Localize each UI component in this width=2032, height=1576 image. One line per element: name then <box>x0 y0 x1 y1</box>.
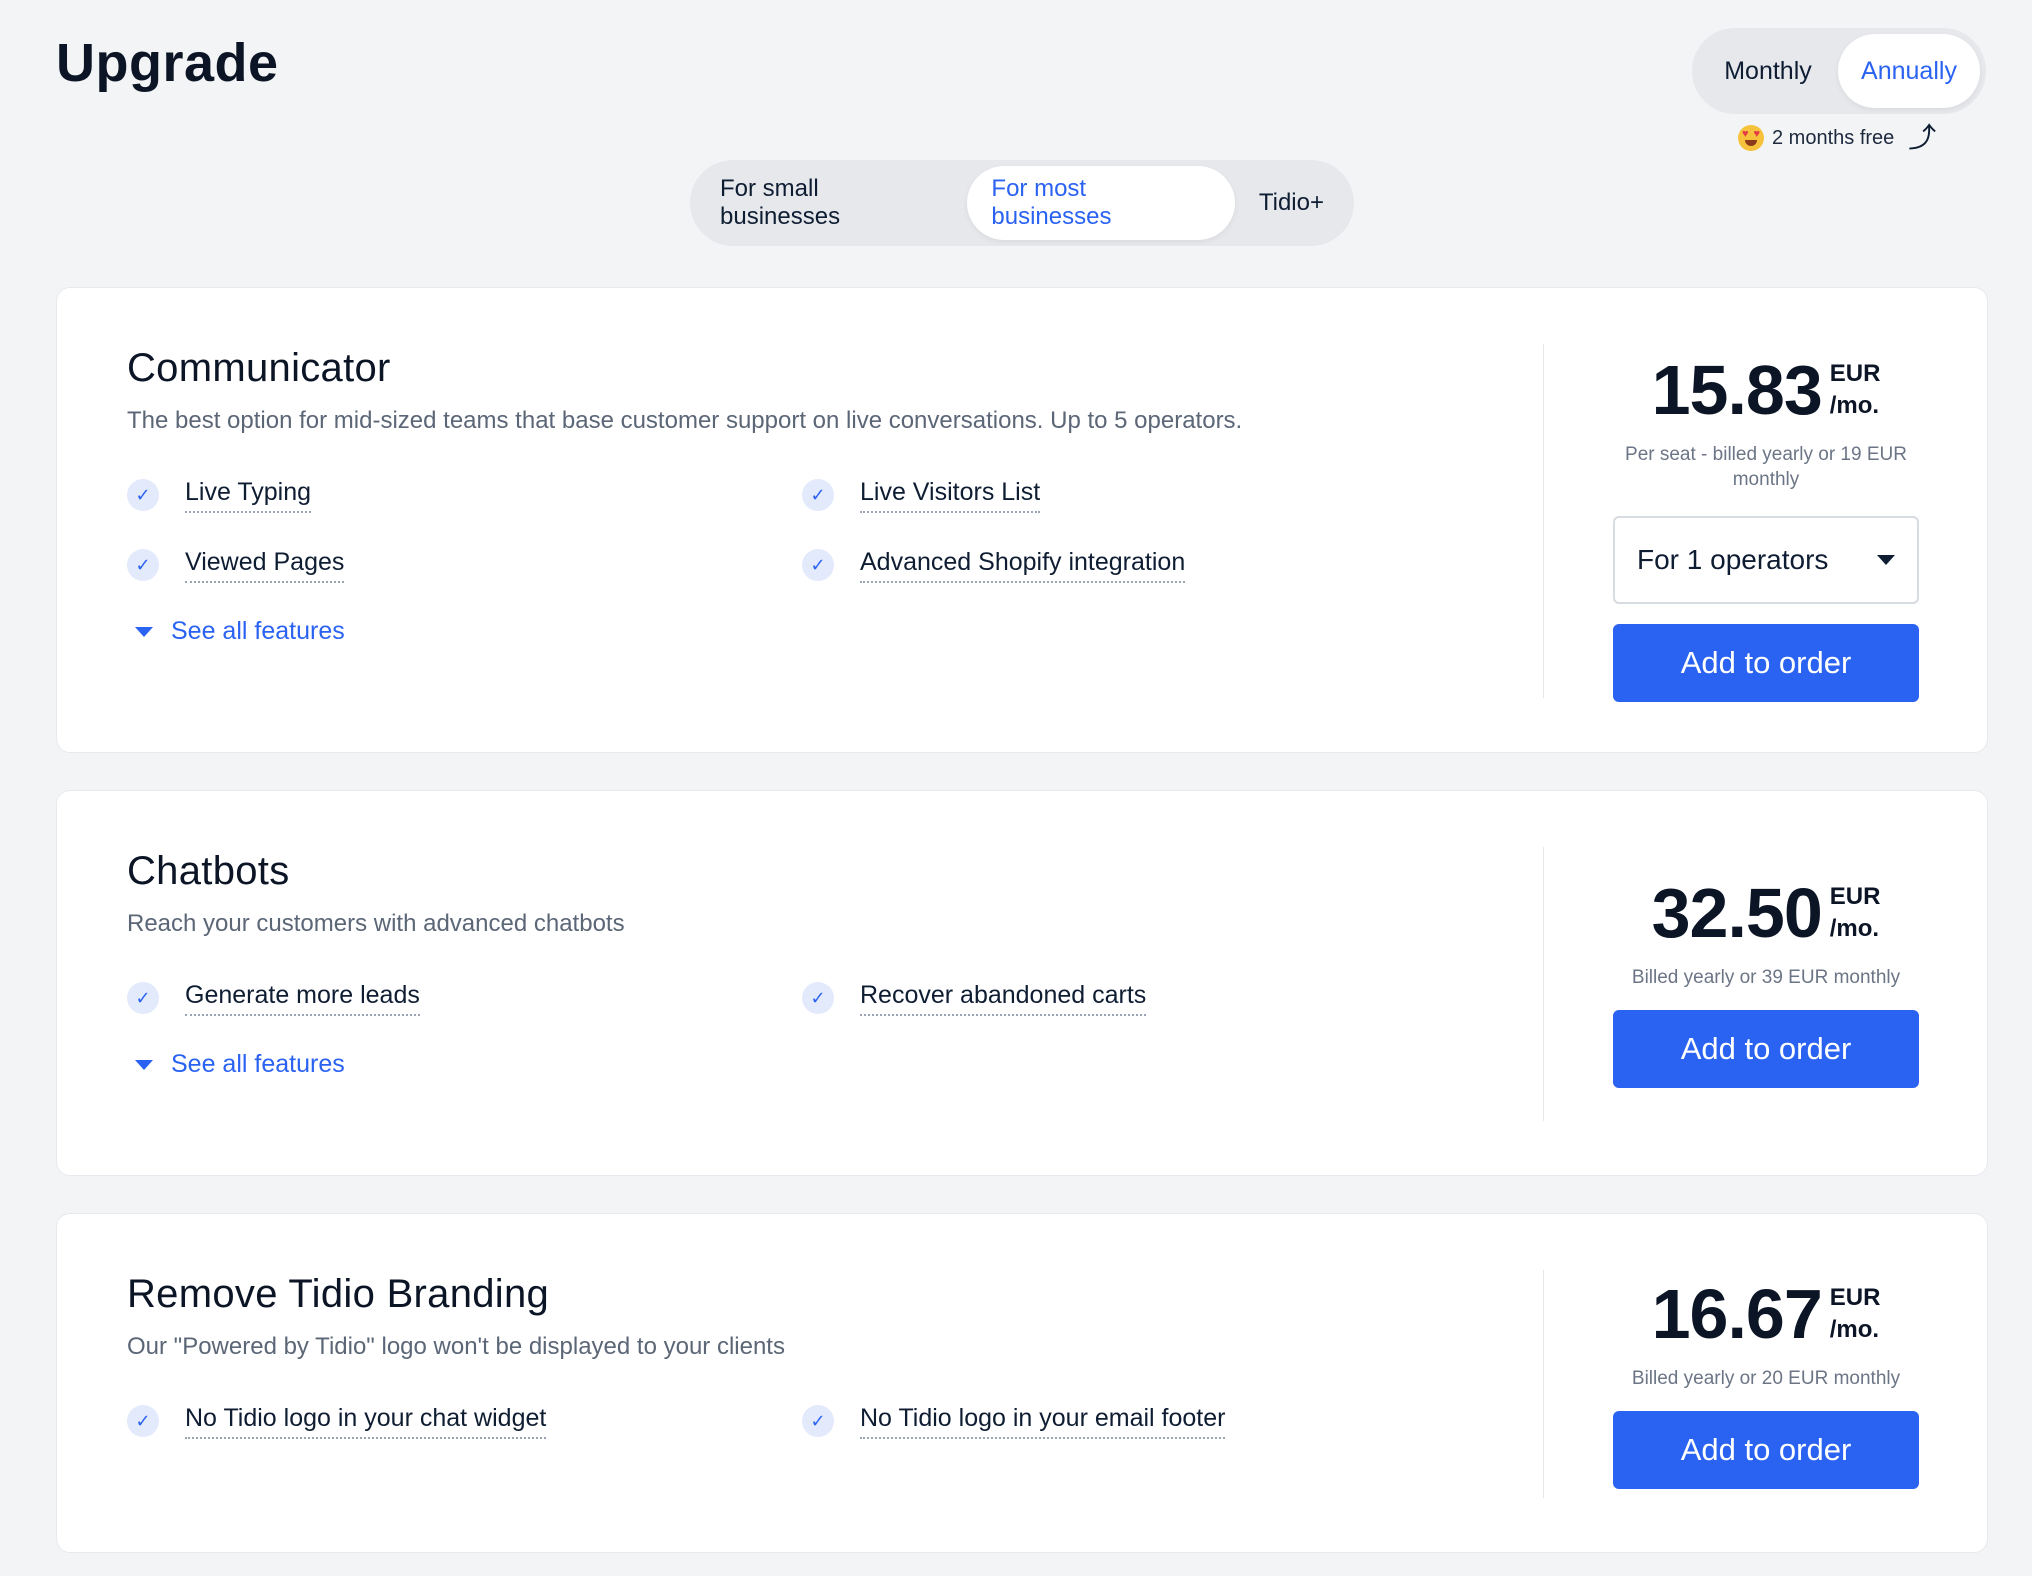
divider <box>1543 344 1544 698</box>
tab-small-businesses[interactable]: For small businesses <box>696 166 967 240</box>
operators-select[interactable]: For 1 operators <box>1613 516 1919 604</box>
page-title: Upgrade <box>56 33 279 93</box>
see-all-features-link[interactable]: See all features <box>135 1050 1527 1079</box>
check-icon: ✓ <box>127 549 159 581</box>
curved-arrow-up-icon: ⤴ <box>1908 122 1937 153</box>
feature-item: ✓ No Tidio logo in your chat widget <box>127 1399 802 1443</box>
check-icon: ✓ <box>802 479 834 511</box>
see-all-features-link[interactable]: See all features <box>135 617 1527 646</box>
check-icon: ✓ <box>127 479 159 511</box>
plan-segment-tabs: For small businesses For most businesses… <box>690 160 1354 246</box>
feature-item: ✓ Advanced Shopify integration <box>802 543 1477 587</box>
plan-title: Chatbots <box>127 849 290 893</box>
billing-option-annually[interactable]: Annually <box>1838 34 1980 108</box>
operators-select-value: For 1 operators <box>1637 544 1829 575</box>
check-icon: ✓ <box>802 549 834 581</box>
feature-item: ✓ Live Visitors List <box>802 473 1477 517</box>
price-period: /mo. <box>1829 915 1880 942</box>
divider <box>1543 847 1544 1121</box>
add-to-order-button[interactable]: Add to order <box>1613 624 1919 702</box>
price-panel: 16.67 EUR /mo. Billed yearly or 20 EUR m… <box>1613 1274 1919 1489</box>
add-to-order-button[interactable]: Add to order <box>1613 1411 1919 1489</box>
tab-most-businesses[interactable]: For most businesses <box>967 166 1235 240</box>
feature-list: ✓ No Tidio logo in your chat widget ✓ No… <box>127 1399 1527 1443</box>
check-icon: ✓ <box>127 1405 159 1437</box>
feature-label[interactable]: Live Visitors List <box>860 478 1041 513</box>
see-all-features-label: See all features <box>171 617 345 645</box>
price-note: Billed yearly or 39 EUR monthly <box>1631 967 1901 988</box>
tab-tidio-plus[interactable]: Tidio+ <box>1235 166 1348 240</box>
price-amount: 16.67 <box>1651 1275 1823 1353</box>
price-currency: EUR <box>1829 1284 1881 1311</box>
caret-down-icon <box>1877 555 1895 565</box>
see-all-features-label: See all features <box>171 1050 345 1078</box>
add-to-order-button[interactable]: Add to order <box>1613 1010 1919 1088</box>
feature-item: ✓ Viewed Pages <box>127 543 802 587</box>
billing-option-monthly[interactable]: Monthly <box>1698 34 1838 108</box>
feature-label[interactable]: Live Typing <box>185 478 312 513</box>
feature-label[interactable]: No Tidio logo in your chat widget <box>185 1404 547 1439</box>
feature-label[interactable]: Advanced Shopify integration <box>860 548 1186 583</box>
feature-label[interactable]: Recover abandoned carts <box>860 981 1147 1016</box>
plan-card-communicator: Communicator The best option for mid-siz… <box>56 287 1988 753</box>
price-note: Per seat - billed yearly or 19 EUR month… <box>1625 444 1907 490</box>
plan-description: Reach your customers with advanced chatb… <box>127 910 625 937</box>
check-icon: ✓ <box>802 982 834 1014</box>
caret-down-icon <box>135 1059 153 1070</box>
plan-title: Communicator <box>127 346 391 390</box>
feature-item: ✓ No Tidio logo in your email footer <box>802 1399 1477 1443</box>
divider <box>1543 1270 1544 1498</box>
plan-description: The best option for mid-sized teams that… <box>127 407 1243 434</box>
check-icon: ✓ <box>127 982 159 1014</box>
price-currency: EUR <box>1829 883 1881 910</box>
feature-item: ✓ Live Typing <box>127 473 802 517</box>
feature-list: ✓ Generate more leads ✓ Recover abandone… <box>127 976 1527 1020</box>
promo-note: 2 months free ⤴ <box>1738 124 1936 152</box>
billing-period-toggle: Monthly Annually <box>1692 28 1986 114</box>
plan-card-remove-branding: Remove Tidio Branding Our "Powered by Ti… <box>56 1213 1988 1553</box>
heart-eyes-emoji-icon <box>1738 125 1764 151</box>
feature-label[interactable]: Viewed Pages <box>185 548 345 583</box>
check-icon: ✓ <box>802 1405 834 1437</box>
feature-label[interactable]: Generate more leads <box>185 981 420 1016</box>
price-currency: EUR <box>1829 360 1881 387</box>
plan-card-chatbots: Chatbots Reach your customers with advan… <box>56 790 1988 1176</box>
caret-down-icon <box>135 626 153 637</box>
promo-text: 2 months free <box>1772 126 1895 149</box>
feature-item: ✓ Generate more leads <box>127 976 802 1020</box>
feature-item: ✓ Recover abandoned carts <box>802 976 1477 1020</box>
price-period: /mo. <box>1829 1316 1880 1343</box>
plan-description: Our "Powered by Tidio" logo won't be dis… <box>127 1333 785 1360</box>
plan-title: Remove Tidio Branding <box>127 1272 550 1316</box>
feature-label[interactable]: No Tidio logo in your email footer <box>860 1404 1226 1439</box>
price-amount: 15.83 <box>1651 351 1823 429</box>
feature-list: ✓ Live Typing ✓ Live Visitors List ✓ Vie… <box>127 473 1527 587</box>
price-period: /mo. <box>1829 392 1880 419</box>
price-amount: 32.50 <box>1651 874 1823 952</box>
price-panel: 15.83 EUR /mo. Per seat - billed yearly … <box>1613 350 1919 702</box>
price-note: Billed yearly or 20 EUR monthly <box>1631 1368 1901 1389</box>
price-panel: 32.50 EUR /mo. Billed yearly or 39 EUR m… <box>1613 873 1919 1088</box>
